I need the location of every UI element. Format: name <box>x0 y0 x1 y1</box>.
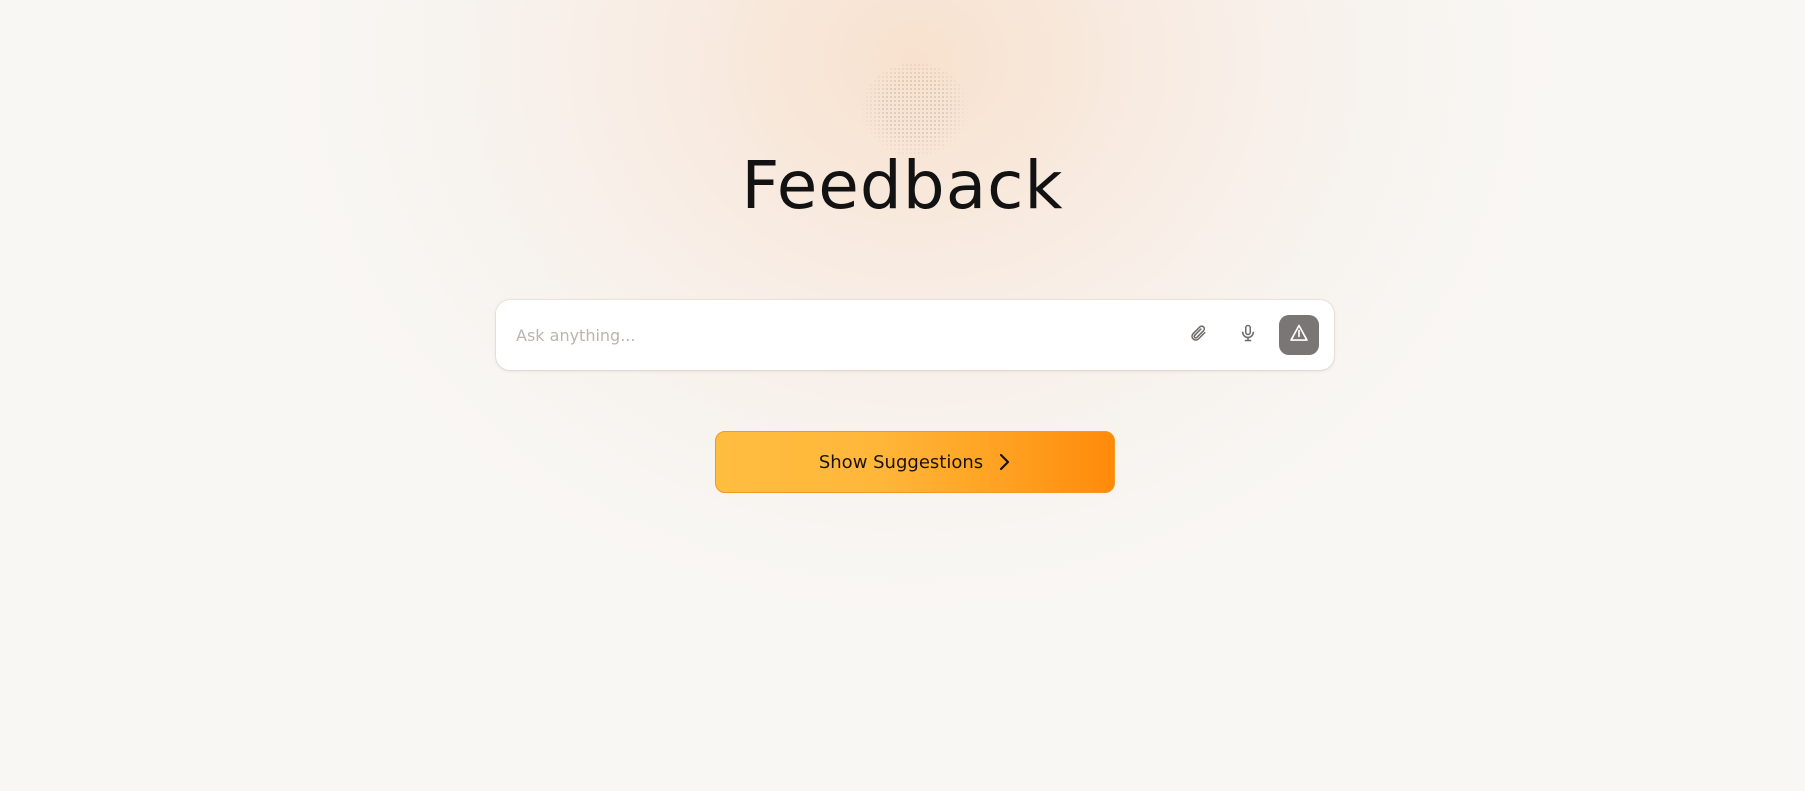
show-suggestions-label: Show Suggestions <box>818 451 984 473</box>
microphone-button[interactable] <box>1233 320 1263 350</box>
dotted-orb-logo <box>861 63 969 159</box>
microphone-icon <box>1239 323 1257 347</box>
page-title: Feedback <box>741 147 1064 224</box>
send-button[interactable] <box>1279 315 1319 355</box>
attach-button[interactable] <box>1183 320 1213 350</box>
chat-input-container <box>496 300 1334 370</box>
paperclip-icon <box>1189 324 1207 346</box>
chevron-right-icon <box>997 453 1011 471</box>
show-suggestions-button[interactable]: Show Suggestions <box>715 431 1115 493</box>
ask-input[interactable] <box>516 300 1156 370</box>
triangle-send-icon <box>1289 323 1309 347</box>
